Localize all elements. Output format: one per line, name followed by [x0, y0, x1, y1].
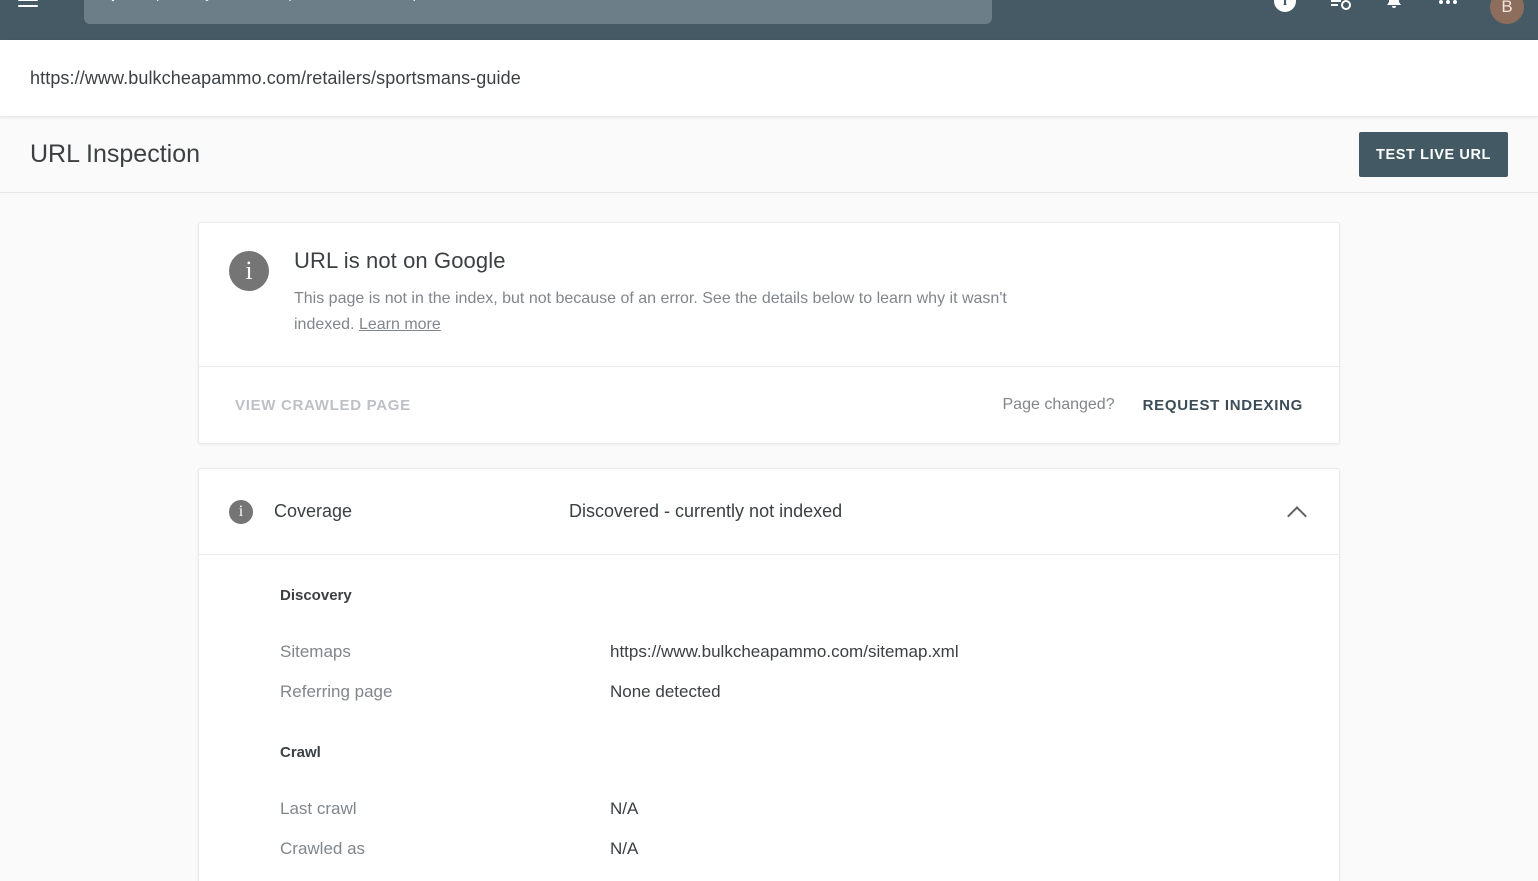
referring-page-key: Referring page: [280, 682, 393, 701]
coverage-card: i Coverage Discovered - currently not in…: [198, 468, 1340, 881]
account-switch-glyph: [1331, 0, 1351, 10]
detail-row: Crawl allowed? N/A: [199, 869, 1339, 881]
help-info-icon[interactable]: i: [1274, 0, 1298, 14]
info-icon: i: [229, 499, 253, 524]
index-status-actions: VIEW CRAWLED PAGE Page changed? REQUEST …: [199, 366, 1339, 443]
last-crawl-key: Last crawl: [280, 799, 357, 818]
bell-glyph: [1387, 0, 1401, 8]
help-info-glyph: i: [1274, 0, 1296, 12]
crawl-section-title: Crawl: [280, 744, 321, 761]
view-crawled-page-button[interactable]: VIEW CRAWLED PAGE: [229, 389, 417, 422]
notifications-bell-icon[interactable]: [1382, 0, 1406, 14]
coverage-header[interactable]: i Coverage Discovered - currently not in…: [199, 469, 1339, 554]
coverage-label: Coverage: [274, 501, 353, 521]
detail-row: Referring page None detected: [199, 672, 1339, 712]
detail-row: Last crawl N/A: [199, 789, 1339, 829]
hamburger-menu-icon[interactable]: [16, 0, 40, 12]
page-changed-label: Page changed?: [1002, 396, 1115, 413]
sitemaps-value: https://www.bulkcheapammo.com/sitemap.xm…: [610, 642, 959, 661]
referring-page-value: None detected: [610, 682, 721, 701]
discovery-section-title: Discovery: [280, 587, 352, 604]
app-bar-left-group: [14, 0, 40, 36]
avatar[interactable]: B: [1490, 0, 1524, 24]
chevron-up-icon[interactable]: [1285, 500, 1309, 524]
crawled-as-key: Crawled as: [280, 839, 366, 858]
sitemaps-key: Sitemaps: [280, 642, 351, 661]
coverage-details: Discovery Sitemaps https://www.bulkcheap…: [199, 554, 1339, 881]
back-arrow-icon[interactable]: [100, 0, 122, 4]
index-status-card: i URL is not on Google This page is not …: [198, 222, 1340, 444]
index-status-description: This page is not in the index, but not b…: [294, 286, 1024, 338]
top-app-bar: Inspect any URL in "https://www.bulkchea…: [0, 0, 1538, 40]
app-bar-right-group: i B: [1274, 0, 1524, 36]
coverage-status-value: Discovered - currently not indexed: [569, 501, 843, 521]
learn-more-link[interactable]: Learn more: [359, 316, 441, 333]
last-crawl-value: N/A: [610, 799, 639, 818]
index-status-body: i URL is not on Google This page is not …: [199, 223, 1339, 366]
more-options-icon[interactable]: [1436, 0, 1460, 14]
main-content: i URL is not on Google This page is not …: [0, 193, 1538, 881]
index-status-text-group: URL is not on Google This page is not in…: [294, 248, 1024, 338]
info-icon: i: [229, 251, 269, 291]
inspected-url-bar: https://www.bulkcheapammo.com/retailers/…: [0, 40, 1538, 117]
page-title: URL Inspection: [30, 140, 200, 168]
page-title-bar: URL Inspection TEST LIVE URL: [0, 117, 1538, 193]
detail-row: Crawled as N/A: [199, 829, 1339, 869]
index-status-heading: URL is not on Google: [294, 248, 506, 273]
detail-row: Sitemaps https://www.bulkcheapammo.com/s…: [199, 632, 1339, 672]
more-options-dots: [1436, 0, 1460, 14]
inspected-url-text: https://www.bulkcheapammo.com/retailers/…: [30, 67, 521, 88]
test-live-url-button[interactable]: TEST LIVE URL: [1359, 132, 1508, 177]
account-switch-icon[interactable]: [1328, 0, 1352, 14]
search-input-value[interactable]: Inspect any URL in "https://www.bulkchea…: [136, 0, 500, 2]
url-search-box[interactable]: Inspect any URL in "https://www.bulkchea…: [84, 0, 992, 24]
request-indexing-button[interactable]: REQUEST INDEXING: [1137, 389, 1309, 422]
crawled-as-value: N/A: [610, 839, 639, 858]
